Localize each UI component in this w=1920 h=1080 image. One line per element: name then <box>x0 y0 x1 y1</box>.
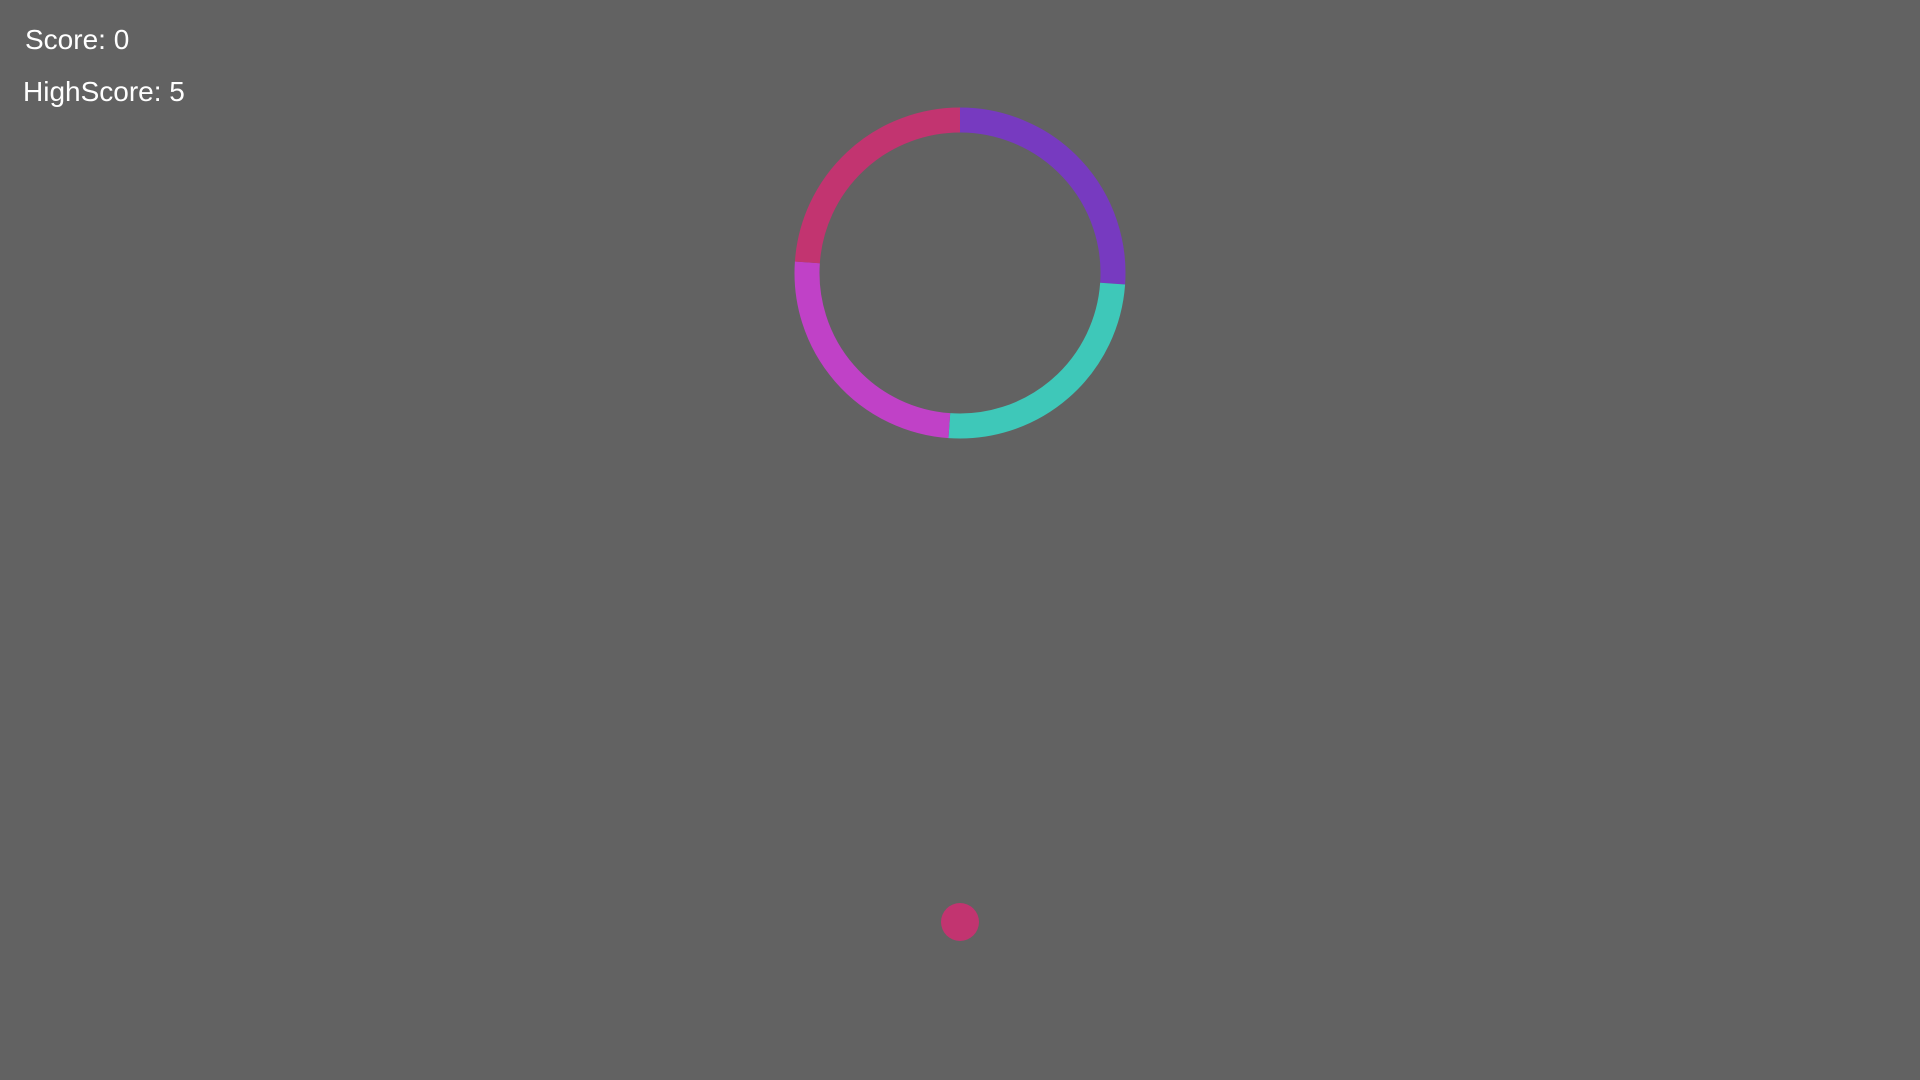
ring-segment-teal <box>948 282 1126 439</box>
game-canvas[interactable]: Score: 0 HighScore: 5 <box>0 0 1920 1080</box>
player-ball <box>941 903 979 941</box>
ring-segment-pink <box>794 107 961 264</box>
color-ring-obstacle <box>794 107 1126 941</box>
ring-segment-purple <box>959 107 1126 285</box>
ring-segment-magenta <box>794 261 951 439</box>
